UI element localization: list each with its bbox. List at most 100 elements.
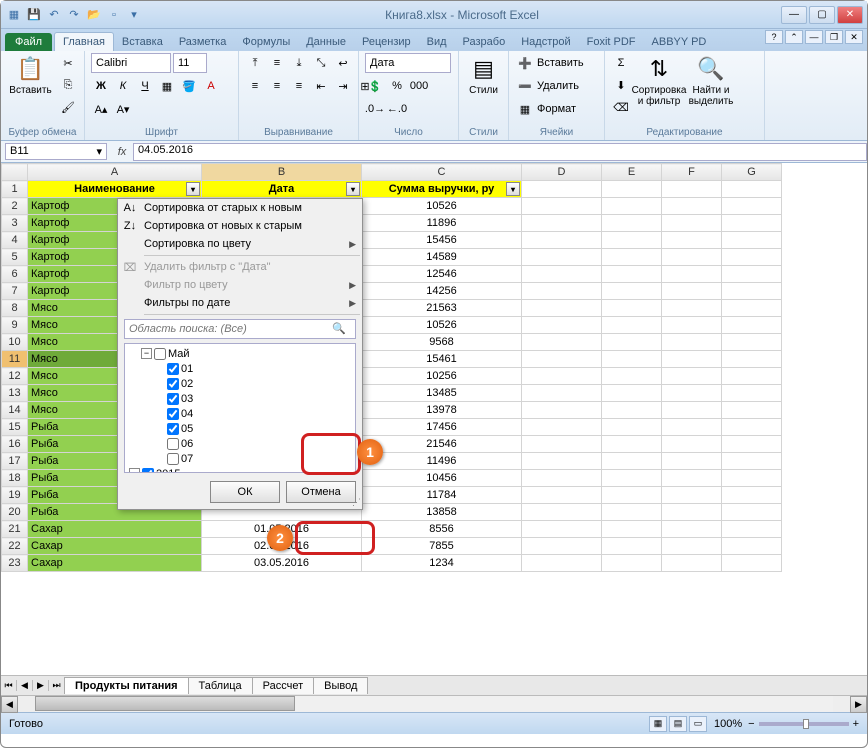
cell[interactable]: 13858 <box>362 504 522 521</box>
cell[interactable]: 03.05.2016 <box>202 555 362 572</box>
filter-search-box[interactable]: 🔍 <box>124 319 356 339</box>
cell[interactable]: Сахар <box>28 538 202 555</box>
cell[interactable]: 15461 <box>362 351 522 368</box>
cell[interactable]: 11496 <box>362 453 522 470</box>
sheet-tab-3[interactable]: Рассчет <box>252 677 315 694</box>
worksheet[interactable]: A B C D E F G 1 Наименование▾ Дата▾ Сумм… <box>1 163 867 675</box>
dropdown-icon[interactable]: ▾ <box>96 145 102 158</box>
cell[interactable]: 7855 <box>362 538 522 555</box>
row-header[interactable]: 15 <box>2 419 28 436</box>
tree-check-day[interactable] <box>167 393 179 405</box>
date-filters-item[interactable]: Фильтры по дате▶ <box>118 294 362 312</box>
view-layout-icon[interactable]: ▤ <box>669 716 687 732</box>
close-button[interactable]: ✕ <box>837 6 863 24</box>
row-header[interactable]: 23 <box>2 555 28 572</box>
insert-cells-icon[interactable]: ➕ <box>515 53 535 73</box>
align-center-icon[interactable]: ≡ <box>267 76 287 96</box>
cell[interactable]: 9568 <box>362 334 522 351</box>
mdi-close-button[interactable]: ✕ <box>845 30 863 44</box>
tab-home[interactable]: Главная <box>54 32 114 51</box>
row-header[interactable]: 19 <box>2 487 28 504</box>
row-header[interactable]: 1 <box>2 181 28 198</box>
resize-grip-icon[interactable]: ⋰ <box>352 497 361 508</box>
row-header[interactable]: 11 <box>2 351 28 368</box>
cell[interactable]: 17456 <box>362 419 522 436</box>
number-format-combo[interactable] <box>365 53 451 73</box>
row-header[interactable]: 5 <box>2 249 28 266</box>
col-header-g[interactable]: G <box>722 164 782 181</box>
find-select-button[interactable]: 🔍 Найти и выделить <box>687 53 735 107</box>
cancel-button[interactable]: Отмена <box>286 481 356 503</box>
align-mid-icon[interactable]: ≡ <box>267 53 287 73</box>
tab-nav-next[interactable]: ▶ <box>33 680 49 691</box>
save-icon[interactable]: 💾 <box>25 6 43 24</box>
redo-icon[interactable]: ↷ <box>65 6 83 24</box>
clear-icon[interactable]: ⌫ <box>611 97 631 117</box>
cell[interactable]: 11784 <box>362 487 522 504</box>
ribbon-min-button[interactable]: ⌃ <box>785 30 803 44</box>
tab-file[interactable]: Файл <box>5 33 52 51</box>
col-header-b[interactable]: B <box>202 164 362 181</box>
col-header-e[interactable]: E <box>602 164 662 181</box>
tab-review[interactable]: Рецензир <box>354 33 419 51</box>
comma-icon[interactable]: 000 <box>409 76 429 96</box>
col-header-d[interactable]: D <box>522 164 602 181</box>
col-header-c[interactable]: C <box>362 164 522 181</box>
cell[interactable]: 14256 <box>362 283 522 300</box>
tree-check-day[interactable] <box>167 363 179 375</box>
cell[interactable]: 10256 <box>362 368 522 385</box>
border-button[interactable]: ▦ <box>157 76 177 96</box>
tab-foxit[interactable]: Foxit PDF <box>579 33 644 51</box>
view-break-icon[interactable]: ▭ <box>689 716 707 732</box>
sheet-tab-2[interactable]: Таблица <box>188 677 253 694</box>
cell[interactable]: 13978 <box>362 402 522 419</box>
row-header[interactable]: 17 <box>2 453 28 470</box>
font-color-button[interactable]: A <box>201 76 221 96</box>
styles-button[interactable]: ▤ Стили <box>465 53 502 96</box>
cell[interactable]: 10456 <box>362 470 522 487</box>
tree-check-may[interactable] <box>154 348 166 360</box>
open-icon[interactable]: 📂 <box>85 6 103 24</box>
inc-decimal-icon[interactable]: .0→ <box>365 99 385 119</box>
format-cells-icon[interactable]: ▦ <box>515 99 535 119</box>
indent-inc-icon[interactable]: ⇥ <box>333 76 353 96</box>
tree-collapse-icon[interactable]: − <box>129 468 140 473</box>
font-name-combo[interactable] <box>91 53 171 73</box>
help-button[interactable]: ? <box>765 30 783 44</box>
currency-icon[interactable]: 💲 <box>365 76 385 96</box>
tree-collapse-icon[interactable]: − <box>141 348 152 359</box>
cell[interactable]: 1234 <box>362 555 522 572</box>
zoom-in-icon[interactable]: + <box>853 718 859 730</box>
tree-check-day[interactable] <box>167 423 179 435</box>
cell[interactable]: Сахар <box>28 521 202 538</box>
qat-more-icon[interactable]: ▾ <box>125 6 143 24</box>
filter-btn-c[interactable]: ▾ <box>506 182 520 196</box>
dec-decimal-icon[interactable]: ←.0 <box>387 99 407 119</box>
row-header[interactable]: 8 <box>2 300 28 317</box>
row-header[interactable]: 9 <box>2 317 28 334</box>
row-header[interactable]: 10 <box>2 334 28 351</box>
view-normal-icon[interactable]: ▦ <box>649 716 667 732</box>
tab-data[interactable]: Данные <box>298 33 354 51</box>
autosum-icon[interactable]: Σ <box>611 53 631 73</box>
cell[interactable]: 21546 <box>362 436 522 453</box>
maximize-button[interactable]: ▢ <box>809 6 835 24</box>
tab-layout[interactable]: Разметка <box>171 33 235 51</box>
align-right-icon[interactable]: ≡ <box>289 76 309 96</box>
cell[interactable]: Сахар <box>28 555 202 572</box>
tab-nav-last[interactable]: ⏭ <box>49 680 65 691</box>
fill-color-button[interactable]: 🪣 <box>179 76 199 96</box>
cell[interactable]: 10526 <box>362 198 522 215</box>
zoom-out-icon[interactable]: − <box>748 718 754 730</box>
tree-check-2015[interactable] <box>142 468 154 474</box>
cell[interactable]: 11896 <box>362 215 522 232</box>
row-header[interactable]: 16 <box>2 436 28 453</box>
row-header[interactable]: 6 <box>2 266 28 283</box>
sort-by-color-item[interactable]: Сортировка по цвету▶ <box>118 235 362 253</box>
filter-btn-a[interactable]: ▾ <box>186 182 200 196</box>
new-icon[interactable]: ▫ <box>105 6 123 24</box>
scroll-left-icon[interactable]: ◀ <box>1 696 18 713</box>
percent-icon[interactable]: % <box>387 76 407 96</box>
cell[interactable]: 13485 <box>362 385 522 402</box>
format-painter-icon[interactable]: 🖌 <box>58 97 78 117</box>
